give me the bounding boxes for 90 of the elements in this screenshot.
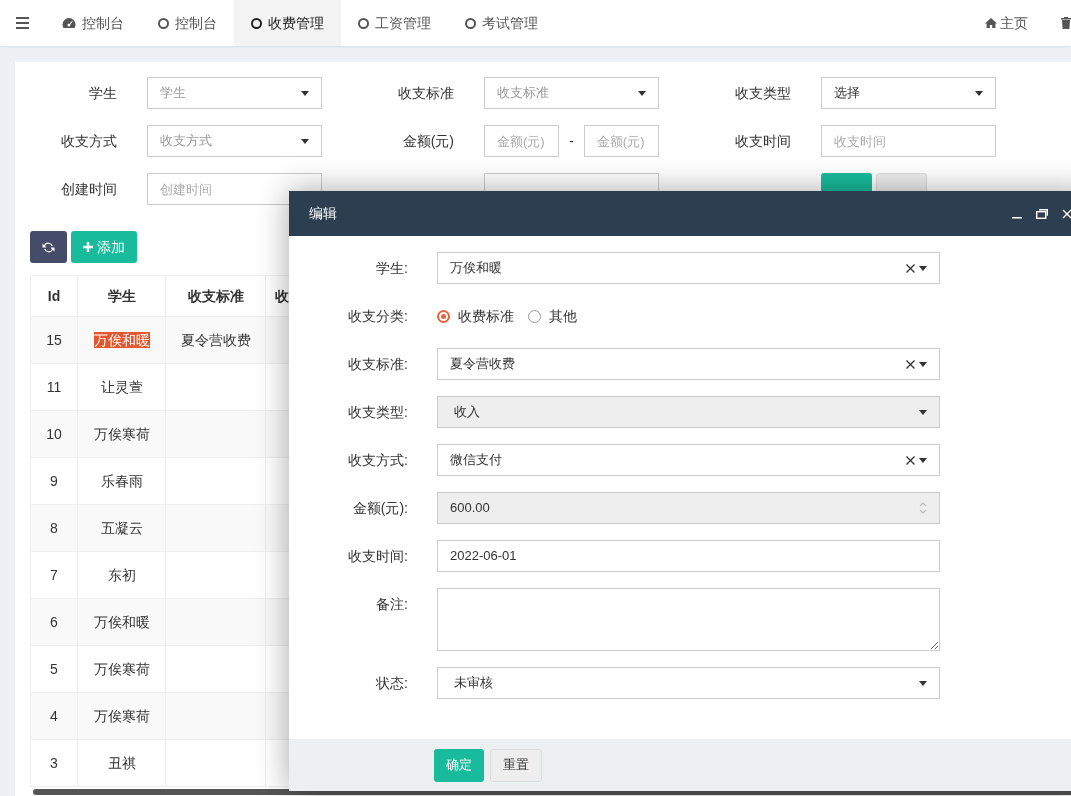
clear-icon — [906, 263, 915, 273]
maximize-icon — [1036, 208, 1048, 219]
caret-icon — [919, 361, 927, 367]
nav-tab[interactable]: 工资管理 — [341, 0, 448, 46]
filter-label: 创建时间 — [60, 179, 117, 199]
table-cell: 让灵萱 — [100, 378, 143, 395]
table-cell: 东初 — [107, 566, 136, 583]
table-cell: 5 — [30, 645, 78, 693]
spinner-icon — [919, 502, 927, 514]
table-cell: 9 — [30, 457, 78, 505]
filter-label: 学生 — [88, 83, 117, 103]
table-cell: 万俟寒荷 — [93, 660, 150, 677]
select-field[interactable]: 微信支付 — [437, 444, 940, 476]
circle-icon — [251, 17, 262, 29]
date-field[interactable]: 2022-06-01 — [437, 540, 940, 572]
filter-label: 收支方式 — [60, 131, 117, 151]
filter-select[interactable]: 选择 — [821, 77, 996, 109]
plus-icon — [83, 242, 93, 252]
trash-icon — [1061, 17, 1071, 29]
refresh-button[interactable] — [30, 231, 67, 263]
reset-button[interactable]: 重置 — [490, 748, 542, 782]
table-cell: 丑祺 — [107, 754, 136, 771]
field-label: 学生: — [375, 259, 408, 278]
range-separator: - — [569, 131, 574, 151]
table-cell: 15 — [30, 316, 78, 364]
circle-icon — [158, 17, 169, 29]
clear-icon — [906, 359, 915, 369]
circle-icon — [465, 17, 476, 29]
select-field[interactable]: 夏令营收费 — [437, 348, 940, 380]
table-cell: 7 — [30, 551, 78, 599]
table-cell: 11 — [30, 363, 78, 411]
column-header: Id — [30, 275, 78, 317]
table-cell: 万俟寒荷 — [93, 425, 150, 442]
select-field[interactable]: 万俟和暖 — [437, 252, 940, 284]
select-field[interactable]: 未审核 — [437, 667, 940, 699]
nav-tab[interactable]: 控制台 — [141, 0, 234, 46]
nav-tab[interactable]: 收费管理 — [234, 0, 341, 46]
minimize-icon — [1012, 216, 1022, 219]
table-cell: 万俟寒荷 — [93, 707, 150, 724]
caret-icon — [919, 265, 927, 271]
select-field: 收入 — [437, 396, 940, 428]
table-cell: 乐春雨 — [100, 472, 143, 489]
nav-tab[interactable]: 考试管理 — [448, 0, 555, 46]
filter-input[interactable]: 创建时间 — [147, 173, 322, 205]
caret-icon — [301, 138, 309, 144]
table-cell: 万俟和暖 — [93, 613, 150, 630]
table-cell: 五凝云 — [100, 519, 143, 536]
filter-label: 收支标准 — [397, 83, 454, 103]
caret-icon — [919, 457, 927, 463]
clear-icon — [906, 455, 915, 465]
caret-icon — [919, 409, 927, 415]
caret-icon — [301, 90, 309, 96]
number-field: 600.00 — [437, 492, 940, 524]
max-input[interactable]: 金额(元) — [583, 125, 659, 157]
min-input[interactable]: 金额(元) — [484, 125, 560, 157]
table-cell: 万俟和暖 — [93, 331, 150, 348]
caret-icon — [919, 680, 927, 686]
nav-tab[interactable]: 控制台 — [45, 0, 141, 46]
close-icon — [1062, 208, 1071, 219]
dialog-title: 编辑 — [309, 204, 337, 223]
caret-icon — [638, 90, 646, 96]
field-label: 金额(元): — [351, 499, 408, 518]
gauge-icon — [62, 17, 76, 29]
field-label: 收支方式: — [347, 451, 408, 470]
menu-icon — [16, 17, 29, 29]
filter-input[interactable]: 收支时间 — [821, 125, 996, 157]
circle-icon — [358, 17, 369, 29]
field-label: 收支标准: — [347, 355, 408, 374]
table-cell: 3 — [30, 739, 78, 787]
column-header: 学生 — [77, 275, 166, 317]
field-label: 收支时间: — [347, 547, 408, 566]
refresh-icon — [42, 240, 55, 254]
table-cell: 夏令营收费 — [165, 316, 266, 364]
table-cell: 8 — [30, 504, 78, 552]
table-cell: 4 — [30, 692, 78, 740]
table-cell: 10 — [30, 410, 78, 458]
radio-label: 其他 — [549, 306, 577, 326]
field-label: 状态: — [375, 674, 408, 693]
filter-label: 金额(元) — [401, 131, 454, 151]
radio-option[interactable]: 其他 — [528, 305, 577, 327]
column-header: 收支标准 — [165, 275, 266, 317]
home-icon — [985, 18, 997, 28]
table-cell: 6 — [30, 598, 78, 646]
field-label: 备注: — [375, 595, 408, 614]
caret-icon — [975, 90, 983, 96]
home-link[interactable]: 主页 — [968, 0, 1045, 46]
radio-button[interactable] — [437, 309, 450, 323]
filter-label: 收支类型 — [734, 83, 791, 103]
filter-label: 收支时间 — [734, 131, 791, 151]
field-label: 收支类型: — [347, 403, 408, 422]
